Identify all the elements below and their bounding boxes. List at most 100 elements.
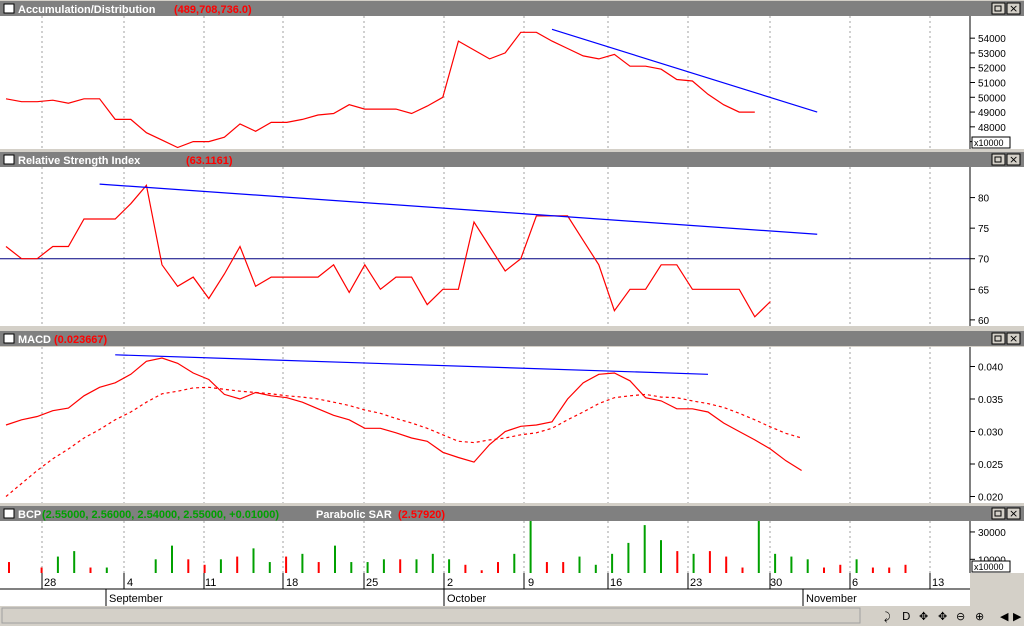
volume-bar [464, 564, 467, 573]
move-icon: ✥ [938, 610, 947, 623]
move-button[interactable]: ✥ [938, 610, 947, 623]
x-date-label: 30 [770, 577, 782, 589]
scroll-left-button[interactable]: ◀ [1000, 610, 1009, 623]
x-date-label: 18 [286, 577, 298, 589]
pan-icon: ✥ [919, 610, 928, 623]
x-axis: 28 4 11 18 25 2 9 16 23 30 6 13 September October Nove… [0, 573, 970, 606]
scroll-right-button[interactable]: ▶ [1013, 610, 1022, 623]
volume-bar [219, 559, 222, 573]
macd-title: MACD [18, 334, 51, 346]
x-date-label: 13 [932, 577, 944, 589]
volume-bar [317, 562, 320, 573]
volume-bar [73, 551, 76, 573]
volume-bar [627, 542, 630, 573]
volume-bar [513, 553, 516, 573]
ad-unit-label: x10000 [974, 138, 1004, 148]
volume-bar [203, 564, 206, 573]
close-icon: × [1009, 332, 1018, 345]
volume-bar [774, 553, 777, 573]
volume-bar [888, 567, 891, 573]
volume-bar [676, 551, 679, 573]
volume-bar [154, 559, 157, 573]
volume-bar [171, 545, 173, 573]
x-date-label: 16 [610, 577, 622, 589]
x-date-label: 2 [447, 577, 453, 589]
volume-bar [660, 540, 662, 573]
ad-title: Accumulation/Distribution [18, 4, 156, 16]
bottom-toolbar: ⤸ D ✥ ✥ ⊖ ⊕ ◀ ▶ [0, 606, 1024, 626]
volume-bar [741, 567, 744, 573]
ad-plot-area [0, 16, 970, 149]
bcp-panel-menu-icon[interactable] [3, 508, 15, 519]
macd-value: (0.023667) [54, 334, 108, 346]
y-tick-label: 49000 [978, 108, 1006, 119]
macd-panel-menu-icon[interactable] [3, 333, 15, 344]
macd-title-bar [0, 331, 1024, 346]
ad-panel-menu-icon[interactable] [3, 3, 15, 14]
volume-bar [415, 559, 418, 573]
volume-bar [366, 562, 369, 573]
volume-bar [431, 553, 434, 573]
y-tick-label: 0.025 [978, 460, 1003, 471]
macd-plot-area [0, 347, 970, 503]
volume-bar [855, 559, 858, 573]
x-date-label: 25 [366, 577, 378, 589]
x-month-label: November [806, 593, 857, 605]
zoom-out-button[interactable]: ⊖ [956, 610, 965, 623]
scroll-left-icon: ◀ [1000, 610, 1009, 623]
chart-window: Accumulation/Distribution (489,708,736.0… [0, 1, 1024, 626]
volume-bar [611, 553, 614, 573]
y-tick-label: 0.040 [978, 363, 1003, 374]
volume-bar [334, 545, 336, 573]
rsi-plot-area [0, 167, 970, 326]
y-tick-label: 53000 [978, 49, 1006, 60]
daily-icon: D [902, 610, 910, 623]
volume-bar [823, 567, 825, 573]
y-tick-label: 54000 [978, 34, 1006, 45]
y-tick-label: 70 [978, 255, 990, 266]
rsi-panel-menu-icon[interactable] [3, 154, 15, 165]
rsi-title-bar [0, 152, 1024, 167]
volume-bar [529, 521, 532, 573]
volume-bar [187, 559, 190, 573]
x-date-label: 23 [690, 577, 702, 589]
ad-restore-button[interactable] [991, 2, 1006, 15]
volume-bar [708, 551, 711, 573]
scroll-right-icon: ▶ [1013, 610, 1022, 623]
pan-button[interactable]: ✥ [919, 610, 928, 623]
volume-bar [382, 559, 385, 573]
zoom-in-button[interactable]: ⊕ [975, 610, 984, 623]
x-date-label: 28 [44, 577, 56, 589]
volume-bar [643, 525, 646, 573]
volume-bar [89, 567, 92, 573]
volume-bar [268, 562, 271, 573]
ad-panel: Accumulation/Distribution (489,708,736.0… [0, 1, 1024, 149]
volume-bar [871, 567, 874, 573]
y-tick-label: 65 [978, 285, 990, 296]
volume-bar [806, 559, 809, 573]
macd-panel: MACD (0.023667) × 0.020 0.025 0.030 0.035 0.… [0, 331, 1024, 504]
y-tick-label: 51000 [978, 79, 1006, 90]
volume-bar [285, 556, 288, 573]
bcp-restore-button[interactable] [991, 507, 1006, 520]
volume-bar [578, 556, 581, 573]
volume-bar [757, 521, 760, 573]
daily-button[interactable]: D [902, 610, 910, 623]
rsi-restore-button[interactable] [991, 153, 1006, 166]
volume-bar [562, 562, 565, 573]
rsi-value: (63.1161) [186, 155, 233, 167]
volume-bar [725, 556, 728, 573]
volume-bar [480, 570, 483, 573]
volume-bar [40, 567, 43, 573]
fit-button[interactable]: ⤸ [884, 610, 891, 623]
sar-title: Parabolic SAR [316, 509, 392, 521]
volume-bar [350, 562, 353, 573]
sar-value: (2.57920) [398, 509, 445, 521]
x-month-label: October [447, 593, 486, 605]
fit-icon: ⤸ [884, 610, 891, 623]
macd-restore-button[interactable] [991, 332, 1006, 345]
x-date-label: 4 [127, 577, 133, 589]
horizontal-scrollbar[interactable] [1, 607, 861, 624]
volume-bar [252, 548, 255, 573]
close-icon: × [1009, 153, 1018, 166]
